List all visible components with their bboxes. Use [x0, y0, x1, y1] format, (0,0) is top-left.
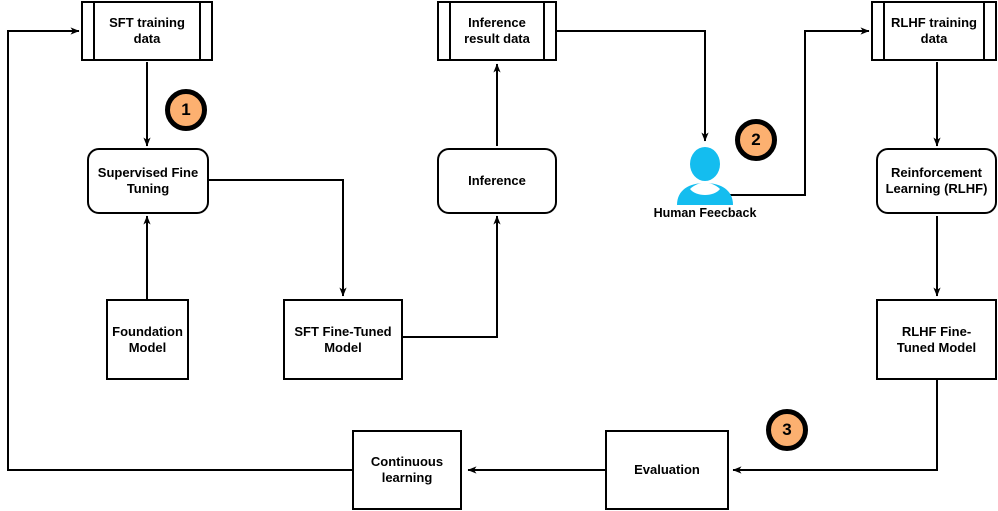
step-badge-2: 2	[735, 119, 777, 161]
node-inference[interactable]: Inference	[437, 148, 557, 214]
person-icon	[677, 147, 733, 205]
datastore-rule-left	[883, 1, 885, 61]
node-label: Reinforcement Learning (RLHF)	[885, 165, 988, 196]
node-label: Continuous learning	[370, 454, 444, 485]
node-sft-fine-tuned-model[interactable]: SFT Fine-Tuned Model	[283, 299, 403, 380]
node-supervised-fine-tuning[interactable]: Supervised Fine Tuning	[87, 148, 209, 214]
node-continuous-learning[interactable]: Continuous learning	[352, 430, 462, 510]
step-number: 3	[782, 420, 792, 439]
edge-sft-to-sft-model	[209, 179, 347, 297]
datastore-rule-right	[199, 1, 201, 61]
datastore-rule-right	[543, 1, 545, 61]
node-label: SFT Fine-Tuned Model	[294, 323, 392, 355]
node-label: Inference result data	[464, 15, 530, 46]
node-label: Inference	[468, 173, 526, 189]
node-label: Supervised Fine Tuning	[97, 165, 199, 196]
step-number: 2	[751, 130, 761, 149]
node-label: Evaluation	[634, 462, 700, 478]
node-sft-training-data[interactable]: SFT training data	[81, 1, 213, 61]
edge-result-data-to-human	[557, 30, 709, 142]
node-inference-result-data[interactable]: Inference result data	[437, 1, 557, 61]
human-feedback-caption: Human Feecback	[653, 206, 757, 220]
datastore-rule-right	[983, 1, 985, 61]
edge-rlhf-model-to-evaluation	[732, 379, 938, 474]
step-badge-1: 1	[165, 89, 207, 131]
datastore-rule-left	[449, 1, 451, 61]
node-label: Foundation Model	[112, 323, 183, 355]
diagram-canvas: SFT training data Inference result data …	[0, 0, 998, 511]
node-label: RLHF training data	[891, 15, 977, 46]
node-rlhf-fine-tuned-model[interactable]: RLHF Fine-Tuned Model	[876, 299, 997, 380]
node-label: SFT training data	[109, 15, 185, 46]
edge-layer	[7, 27, 941, 474]
node-reinforcement-learning[interactable]: Reinforcement Learning (RLHF)	[876, 148, 997, 214]
node-evaluation[interactable]: Evaluation	[605, 430, 729, 510]
node-label: RLHF Fine-Tuned Model	[896, 323, 977, 355]
step-badge-3: 3	[766, 409, 808, 451]
edge-sft-model-to-inference	[403, 215, 501, 338]
datastore-rule-left	[93, 1, 95, 61]
node-foundation-model[interactable]: Foundation Model	[106, 299, 189, 380]
node-rlhf-training-data[interactable]: RLHF training data	[871, 1, 997, 61]
step-number: 1	[181, 100, 191, 119]
